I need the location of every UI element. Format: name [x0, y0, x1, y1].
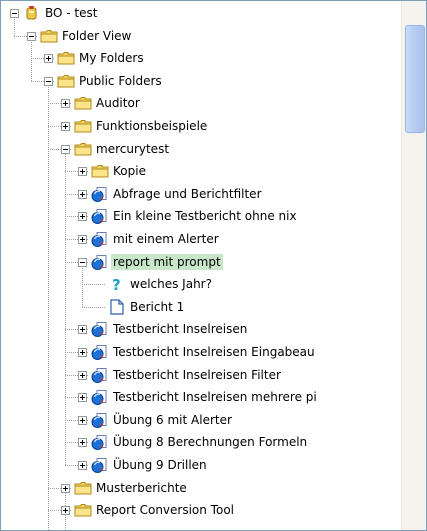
- collapse-minus-icon[interactable]: [27, 31, 36, 41]
- expand-plus-icon[interactable]: [61, 99, 70, 109]
- tree-node[interactable]: mercurytest: [1, 138, 401, 160]
- tree-node-label[interactable]: Abfrage und Berichtfilter: [111, 186, 264, 202]
- tree-node-label[interactable]: Testbericht Inselreisen Eingabeau: [111, 344, 317, 360]
- tree-node-label[interactable]: welches Jahr?: [128, 276, 214, 292]
- folder-icon: [74, 480, 92, 496]
- collapse-minus-icon[interactable]: [78, 257, 87, 267]
- prompt-icon: ?: [108, 276, 126, 294]
- tree-node[interactable]: Report Conversion Tool: [1, 499, 401, 521]
- tree-node[interactable]: Testbericht Inselreisen Filter: [1, 364, 401, 386]
- tree-node[interactable]: Testbericht Inselreisen: [1, 318, 401, 340]
- report-icon: [91, 231, 109, 247]
- document-icon: [108, 299, 126, 315]
- folder-icon: [57, 50, 75, 66]
- tree-node[interactable]: mit einem Alerter: [1, 228, 401, 250]
- tree-node-label[interactable]: Auditor: [94, 95, 142, 111]
- expand-plus-icon[interactable]: [78, 189, 87, 199]
- tree-node-label[interactable]: Report Conversion Tool: [94, 502, 236, 518]
- svg-text:?: ?: [112, 276, 121, 292]
- collapse-minus-icon[interactable]: [61, 144, 70, 154]
- expand-plus-icon[interactable]: [78, 415, 87, 425]
- tree-node[interactable]: Musterberichte: [1, 477, 401, 499]
- report-icon: [91, 389, 109, 406]
- tree-node[interactable]: Bericht 1: [1, 296, 401, 318]
- folder-icon: [74, 118, 92, 134]
- tree-node[interactable]: Auditor: [1, 92, 401, 114]
- scrollbar-thumb[interactable]: [405, 25, 425, 133]
- report-icon: [91, 412, 109, 428]
- tree-node[interactable]: Übung 9 Drillen: [1, 454, 401, 476]
- tree-node[interactable]: Ein kleine Testbericht ohne nix: [1, 205, 401, 227]
- tree-node[interactable]: ? welches Jahr?: [1, 273, 401, 295]
- tree-node-label[interactable]: Bericht 1: [128, 299, 186, 315]
- tree-node-label[interactable]: Übung 8 Berechnungen Formeln: [111, 434, 309, 450]
- expand-plus-icon[interactable]: [78, 167, 87, 177]
- tree-node-label[interactable]: Testbericht Inselreisen: [111, 321, 249, 337]
- tree-node[interactable]: Folder View: [1, 25, 401, 47]
- tree-node-label[interactable]: Folder View: [60, 28, 133, 44]
- vertical-scrollbar[interactable]: [401, 1, 426, 530]
- collapse-minus-icon[interactable]: [44, 76, 53, 86]
- collapse-minus-icon[interactable]: [10, 9, 19, 18]
- tree-node[interactable]: Funktionsbeispiele: [1, 115, 401, 137]
- tree-node-label[interactable]: BO - test: [43, 5, 99, 21]
- report-icon: [91, 344, 109, 360]
- report-icon: [91, 434, 109, 451]
- tree-node-label[interactable]: Musterberichte: [94, 480, 189, 496]
- expand-plus-icon[interactable]: [78, 461, 87, 470]
- tree-node[interactable]: My Folders: [1, 47, 401, 69]
- tree-node-label[interactable]: Testbericht Inselreisen mehrere pi: [111, 389, 319, 405]
- tree-node[interactable]: Übung 8 Berechnungen Formeln: [1, 431, 401, 453]
- tree-node-label[interactable]: My Folders: [77, 50, 146, 66]
- expand-plus-icon[interactable]: [44, 54, 53, 64]
- report-icon: [91, 254, 109, 270]
- expand-plus-icon[interactable]: [78, 438, 87, 448]
- folder-tree: BO - test Folder View My Folders Public Fol…: [1, 1, 401, 530]
- tree-node[interactable]: Abfrage und Berichtfilter: [1, 183, 401, 205]
- expand-plus-icon[interactable]: [61, 506, 70, 516]
- expand-plus-icon[interactable]: [78, 393, 87, 403]
- expand-plus-icon[interactable]: [61, 122, 70, 131]
- expand-plus-icon[interactable]: [78, 325, 87, 335]
- tree-node-label[interactable]: Ein kleine Testbericht ohne nix: [111, 208, 299, 224]
- expand-plus-icon[interactable]: [78, 348, 87, 357]
- tree-view-frame: BO - test Folder View My Folders Public Fol…: [0, 0, 427, 531]
- expand-plus-icon[interactable]: [78, 212, 87, 222]
- tree-node[interactable]: report mit prompt: [1, 251, 401, 273]
- expand-plus-icon[interactable]: [61, 483, 70, 493]
- tree-node-label[interactable]: Public Folders: [77, 73, 164, 89]
- tree-node[interactable]: Übung 6 mit Alerter: [1, 409, 401, 431]
- tree-node[interactable]: Testbericht Inselreisen mehrere pi: [1, 386, 401, 408]
- tree-node-label[interactable]: Testbericht Inselreisen Filter: [111, 367, 283, 383]
- tree-node-label[interactable]: Übung 9 Drillen: [111, 457, 209, 473]
- tree-node[interactable]: Testbericht Inselreisen Eingabeau: [1, 341, 401, 363]
- report-icon: [91, 367, 109, 383]
- report-icon: [91, 186, 109, 202]
- folder-icon: [74, 141, 92, 157]
- tree-node-label[interactable]: Kopie: [111, 163, 148, 179]
- tree-node[interactable]: Public Folders: [1, 70, 401, 92]
- folder-icon: [74, 502, 92, 518]
- tree-node[interactable]: Kopie: [1, 160, 401, 182]
- report-icon: [91, 208, 109, 225]
- tree-node-label[interactable]: Funktionsbeispiele: [94, 118, 209, 134]
- tree-node-label[interactable]: mit einem Alerter: [111, 231, 221, 247]
- expand-plus-icon[interactable]: [78, 235, 87, 244]
- folder-icon: [57, 73, 75, 89]
- tree-node-label[interactable]: report mit prompt: [111, 253, 223, 270]
- folder-icon: [91, 163, 109, 179]
- repository-icon: [23, 5, 41, 21]
- tree-node-label[interactable]: mercurytest: [94, 141, 171, 157]
- folder-icon: [40, 28, 58, 44]
- expand-plus-icon[interactable]: [78, 370, 87, 380]
- report-icon: [91, 321, 109, 338]
- report-icon: [91, 457, 109, 473]
- folder-icon: [74, 95, 92, 111]
- tree-node[interactable]: BO - test: [1, 2, 401, 24]
- tree-node-label[interactable]: Übung 6 mit Alerter: [111, 412, 234, 428]
